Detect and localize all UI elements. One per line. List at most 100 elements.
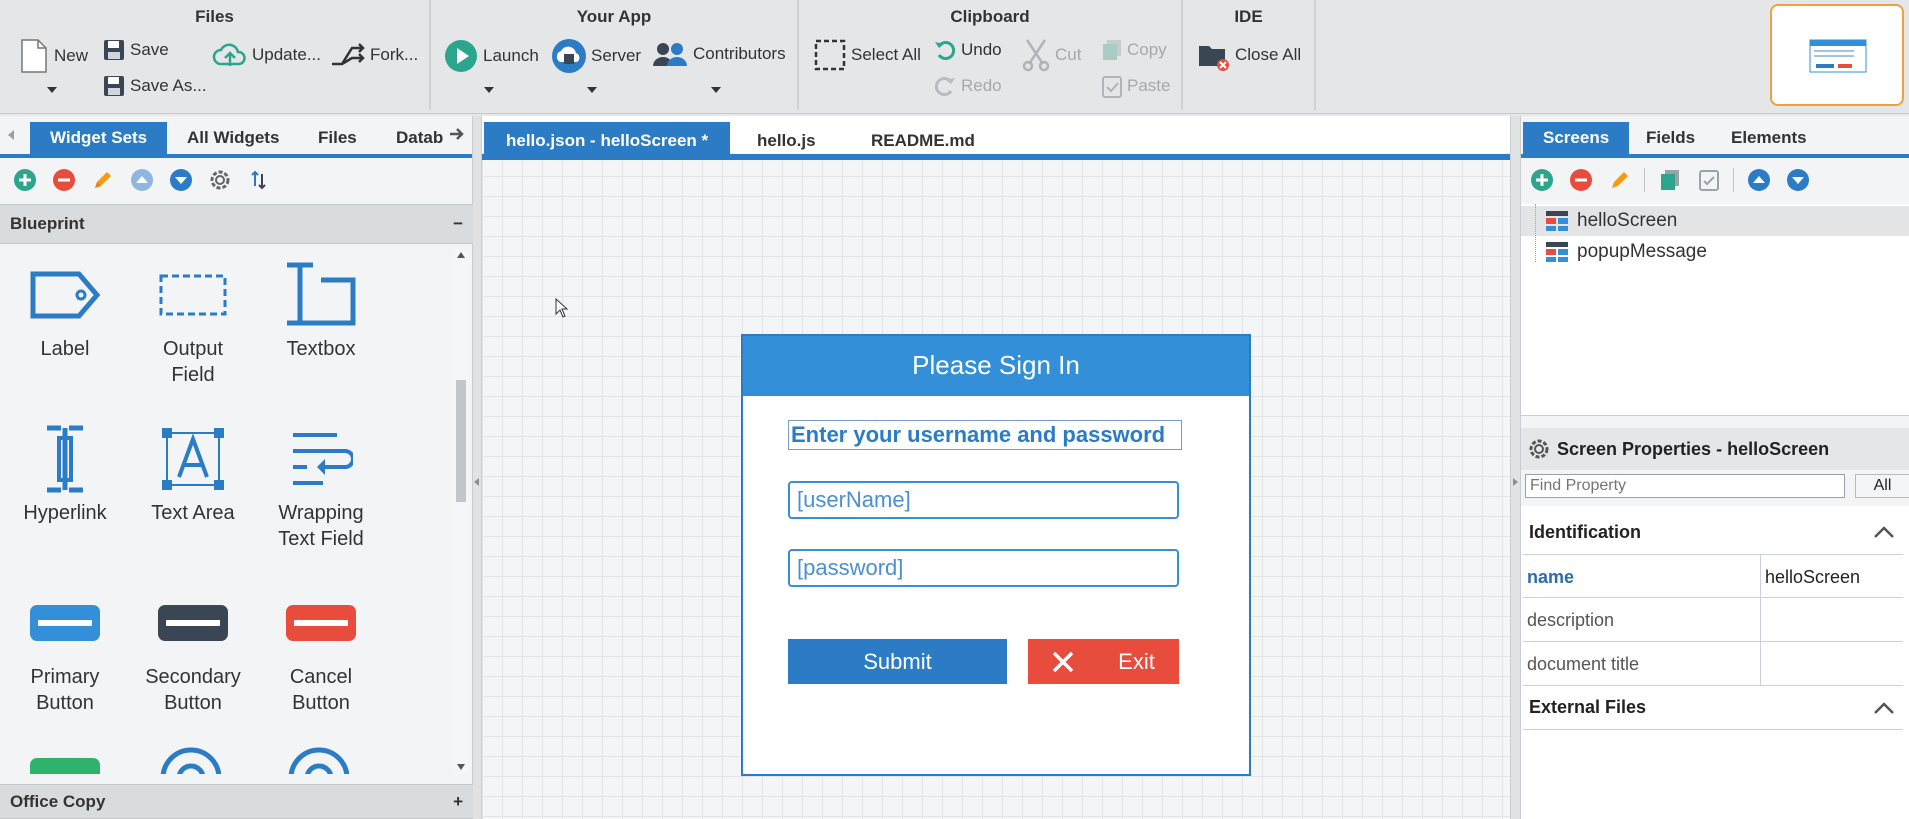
scroll-down-arrow[interactable] [457, 764, 465, 770]
tab-hello-js[interactable]: hello.js [737, 122, 836, 160]
submit-button[interactable]: Submit [788, 639, 1007, 684]
save-as-label: Save As... [130, 76, 207, 95]
tree-item-helloscreen[interactable]: helloScreen [1545, 206, 1677, 236]
widget-hyperlink[interactable]: Hyperlink [1, 418, 129, 526]
collapse-chevron-up-icon[interactable] [1873, 525, 1895, 539]
all-filter-button[interactable]: All [1855, 474, 1909, 498]
copy-screen-icon[interactable] [1656, 166, 1684, 194]
widget-cancel-text-1: Cancel [289, 666, 353, 688]
edit-pencil-icon[interactable] [89, 166, 117, 194]
screen-up-icon[interactable] [1745, 166, 1773, 194]
screen-thumbnail-preview[interactable] [1770, 4, 1904, 106]
prop-row-description[interactable]: description [1523, 598, 1903, 642]
prop-row-document-title[interactable]: document title [1523, 642, 1903, 686]
tab-screens[interactable]: Screens [1523, 122, 1630, 154]
widget-text-area[interactable]: Text Area [129, 418, 257, 526]
username-field[interactable]: [userName] [788, 481, 1179, 519]
screen-down-icon[interactable] [1784, 166, 1812, 194]
cut-button[interactable]: Cut [1021, 38, 1081, 72]
select-all-button[interactable]: Select All [813, 38, 921, 72]
add-icon[interactable] [11, 166, 39, 194]
scroll-up-arrow[interactable] [457, 252, 465, 258]
add-screen-icon[interactable] [1528, 166, 1556, 194]
contributors-button[interactable]: Contributors [651, 40, 786, 68]
primary-button-icon [1, 582, 129, 664]
ribbon-group-files: Files New Save Save As... Update... Fork… [0, 0, 431, 110]
copy-button[interactable]: Copy [1101, 38, 1167, 62]
tab-fields[interactable]: Fields [1626, 122, 1715, 154]
update-button[interactable]: Update... [212, 40, 321, 70]
scrollbar-thumb-bar[interactable] [456, 380, 466, 502]
tab-hello-json[interactable]: hello.json - helloScreen * [484, 122, 731, 160]
launch-button[interactable]: Launch [443, 38, 539, 74]
prop-value[interactable] [1761, 598, 1765, 641]
group-external-files[interactable]: External Files [1523, 686, 1903, 730]
expand-toggle[interactable]: + [453, 792, 463, 812]
widget-partial-green-icon[interactable] [28, 752, 102, 774]
splitter-arrow-left[interactable] [474, 478, 479, 486]
widget-cancel-button[interactable]: Cancel Button [257, 582, 385, 716]
right-splitter[interactable] [1511, 116, 1520, 819]
new-dropdown-caret[interactable] [47, 87, 57, 93]
tab-readme[interactable]: README.md [851, 122, 995, 160]
paste-screen-icon[interactable] [1695, 166, 1723, 194]
tab-all-widgets[interactable]: All Widgets [167, 122, 299, 154]
close-all-button[interactable]: Close All [1197, 38, 1301, 72]
blueprint-section-header[interactable]: Blueprint − [0, 204, 473, 244]
widget-secondary-button[interactable]: Secondary Button [129, 582, 257, 716]
rename-pencil-icon[interactable] [1606, 166, 1634, 194]
move-down-icon[interactable] [167, 166, 195, 194]
group-identification[interactable]: Identification [1523, 510, 1903, 554]
new-button[interactable]: New [18, 38, 88, 74]
prop-value[interactable] [1761, 642, 1765, 685]
widget-wrapping-text-field[interactable]: Wrapping Text Field [257, 418, 385, 552]
widget-primary-button[interactable]: Primary Button [1, 582, 129, 716]
tab-scroll-right-icon[interactable] [448, 126, 466, 142]
sign-in-dialog[interactable]: Please Sign In Enter your username and p… [741, 334, 1251, 776]
tab-files[interactable]: Files [298, 122, 377, 154]
widget-partial-radio-icon-2[interactable] [287, 744, 351, 774]
server-dropdown-caret[interactable] [587, 87, 597, 93]
password-field[interactable]: [password] [788, 549, 1179, 587]
widget-label[interactable]: Label [1, 254, 129, 362]
widget-scrollbar[interactable] [453, 250, 469, 774]
office-copy-section-header[interactable]: Office Copy + [0, 784, 473, 819]
editor-tabbar: hello.json - helloScreen * hello.js READ… [482, 116, 1510, 160]
undo-button[interactable]: Undo [933, 38, 1002, 62]
collapse-chevron-up-icon[interactable] [1873, 701, 1895, 715]
left-splitter[interactable] [473, 116, 481, 819]
launch-label: Launch [483, 46, 539, 65]
server-button[interactable]: Server [551, 38, 641, 74]
remove-icon[interactable] [50, 166, 78, 194]
move-up-icon[interactable] [128, 166, 156, 194]
contributors-dropdown-caret[interactable] [711, 87, 721, 93]
save-button[interactable]: Save [102, 38, 169, 62]
paste-button[interactable]: Paste [1101, 74, 1170, 98]
tab-databases[interactable]: Datab [376, 122, 448, 154]
tab-widget-sets[interactable]: Widget Sets [30, 122, 168, 154]
exit-button[interactable]: Exit [1028, 639, 1179, 684]
tab-elements[interactable]: Elements [1711, 122, 1827, 154]
splitter-arrow-right[interactable] [1513, 478, 1518, 486]
tab-scroll-left-icon[interactable] [4, 128, 18, 142]
launch-dropdown-caret[interactable] [484, 87, 494, 93]
save-as-button[interactable]: Save As... [102, 74, 207, 98]
prop-row-name[interactable]: name helloScreen [1523, 554, 1903, 598]
widget-output-field-text-1: Output [162, 338, 224, 360]
remove-screen-icon[interactable] [1567, 166, 1595, 194]
widget-gallery: Label Output Field Textbox Hyperlink Tex… [0, 246, 452, 774]
widget-output-field[interactable]: Output Field [129, 254, 257, 388]
widget-partial-radio-icon-1[interactable] [159, 744, 223, 774]
tree-item-popupmessage[interactable]: popupMessage [1545, 237, 1707, 267]
instruction-label[interactable]: Enter your username and password [788, 420, 1182, 450]
settings-gear-icon[interactable] [206, 166, 234, 194]
copy-icon [1101, 38, 1123, 62]
find-property-input[interactable] [1525, 474, 1845, 498]
widget-textbox[interactable]: Textbox [257, 254, 385, 362]
sort-icon[interactable] [245, 166, 273, 194]
collapse-toggle[interactable]: − [453, 214, 463, 234]
prop-value[interactable]: helloScreen [1761, 555, 1860, 597]
tree-item-label: popupMessage [1577, 241, 1707, 262]
fork-button[interactable]: Fork... [330, 42, 418, 68]
redo-button[interactable]: Redo [933, 74, 1002, 98]
